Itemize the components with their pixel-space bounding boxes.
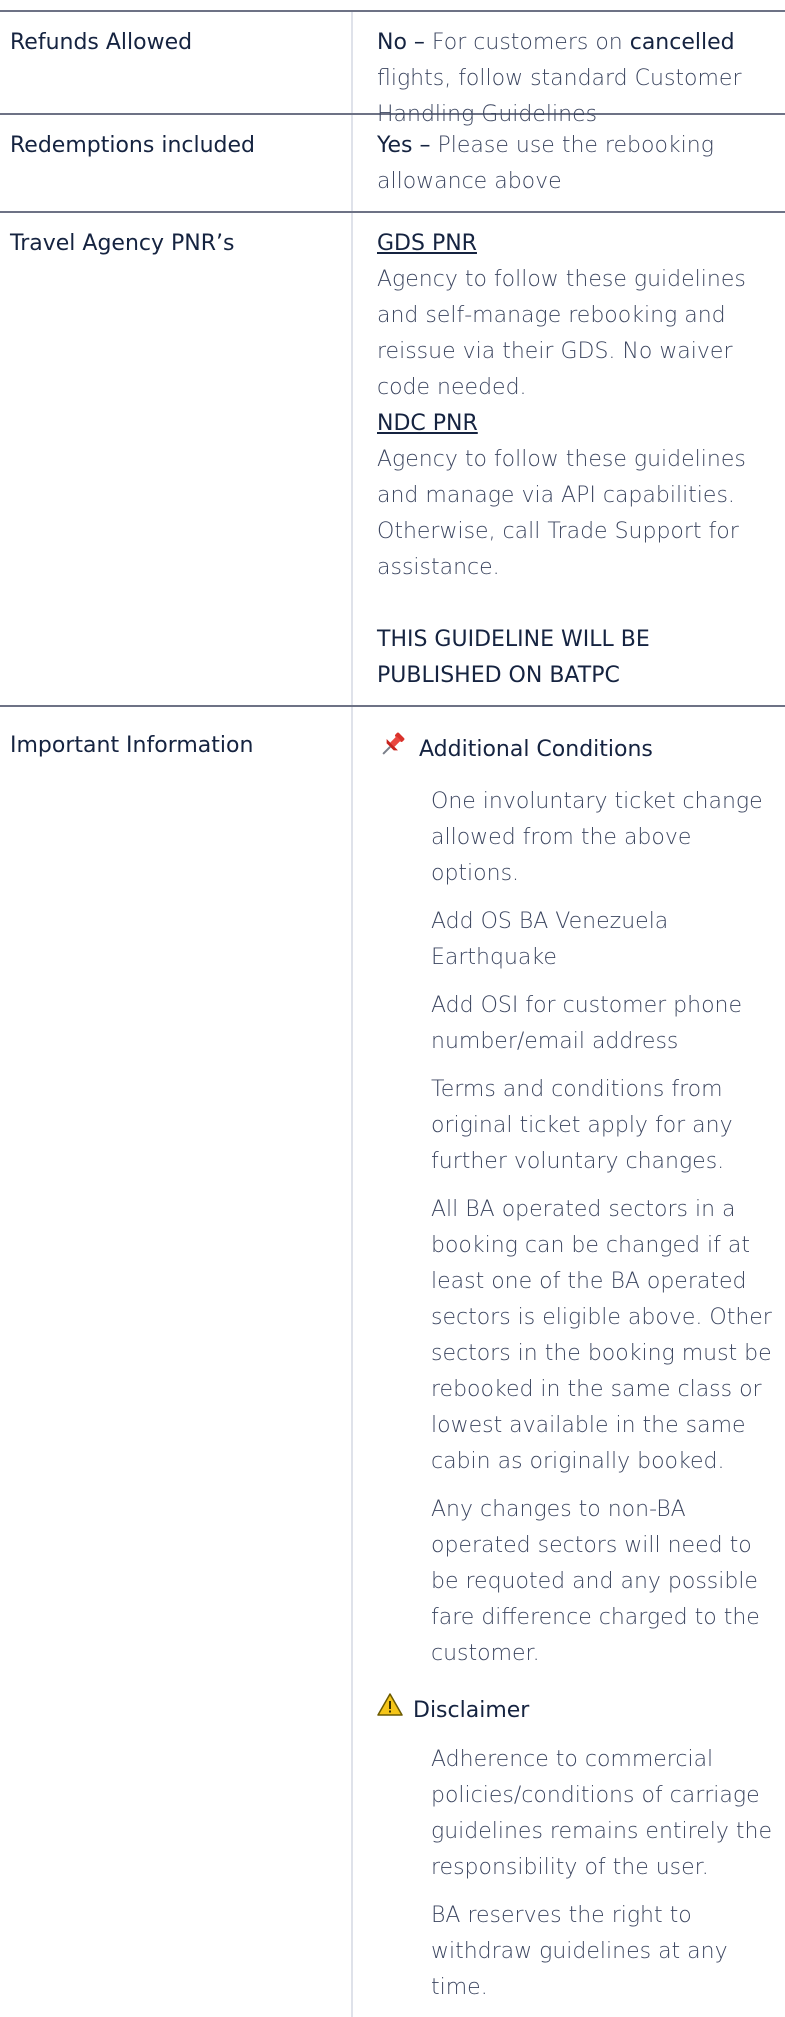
row-label-redemptions: Redemptions included (0, 115, 353, 211)
list-item: Terms and conditions from original ticke… (431, 1077, 733, 1174)
row-label-refunds: Refunds Allowed (0, 12, 353, 113)
refunds-cancelled: cancelled (629, 30, 735, 55)
table-row-refunds: Refunds Allowed No – For customers on ca… (0, 12, 785, 127)
list-item: Any changes to non-BA operated sectors w… (431, 1497, 760, 1666)
additional-conditions-title: Additional Conditions (419, 737, 653, 762)
table-row-agency: Travel Agency PNR’s GDS PNR Agency to fo… (0, 213, 785, 707)
table-row-redemptions: Redemptions included Yes – Please use th… (0, 115, 785, 213)
pushpin-icon (377, 728, 419, 772)
additional-conditions-list: One involuntary ticket change allowed fr… (377, 784, 785, 1672)
list-item: Add OS BA Venezuela Earthquake (431, 909, 669, 970)
list-item: All BA operated sectors in a booking can… (431, 1197, 772, 1474)
warning-icon (377, 1692, 413, 1730)
row-value-agency: GDS PNR Agency to follow these guideline… (353, 213, 785, 705)
list-item: One involuntary ticket change allowed fr… (431, 789, 763, 886)
list-item: Add OSI for customer phone number/email … (431, 993, 743, 1054)
guidelines-table: Refunds Allowed No – For customers on ca… (0, 0, 785, 2017)
list-item: Adherence to commercial policies/conditi… (431, 1747, 772, 1880)
ndc-pnr-text: Agency to follow these guidelines and ma… (377, 447, 746, 580)
published-note: THIS GUIDELINE WILL BE PUBLISHED ON BATP… (377, 627, 650, 688)
redemptions-answer: Yes – (377, 133, 431, 158)
table-row-important: Important Information Additional Conditi… (0, 707, 785, 2017)
refunds-answer: No – (377, 30, 425, 55)
table-top-rule (0, 0, 785, 12)
gds-pnr-heading: GDS PNR (377, 231, 477, 256)
disclaimer-list: Adherence to commercial policies/conditi… (377, 1742, 785, 2006)
disclaimer-title: Disclaimer (413, 1698, 530, 1723)
row-value-redemptions: Yes – Please use the rebooking allowance… (353, 115, 785, 211)
list-item: BA reserves the right to withdraw guidel… (431, 1903, 728, 2000)
gds-pnr-text: Agency to follow these guidelines and se… (377, 267, 746, 400)
ndc-pnr-heading: NDC PNR (377, 411, 478, 436)
refunds-text-1: For customers on (424, 30, 630, 55)
disclaimer-header: Disclaimer (377, 1692, 785, 1730)
row-value-important: Additional Conditions One involuntary ti… (353, 707, 785, 2017)
row-label-important: Important Information (0, 707, 353, 2017)
row-label-agency: Travel Agency PNR’s (0, 213, 353, 705)
additional-conditions-header: Additional Conditions (377, 728, 785, 772)
row-value-refunds: No – For customers on cancelled flights,… (353, 12, 785, 127)
